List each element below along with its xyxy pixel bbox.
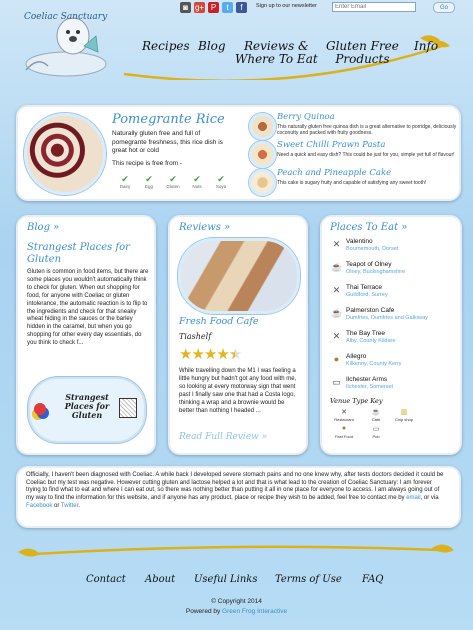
star-icon: ★ bbox=[203, 346, 217, 363]
green-frog-link[interactable]: Green Frog Interactive bbox=[222, 608, 287, 615]
review-title[interactable]: Fresh Food Cafe bbox=[179, 316, 258, 327]
cutlery-icon: ✕ bbox=[332, 331, 341, 341]
featured-recipe-title[interactable]: Pomegrante Rice bbox=[112, 112, 225, 127]
nav-recipes[interactable]: Recipes bbox=[142, 40, 190, 53]
place-location: Alby, County Kildare bbox=[346, 338, 396, 344]
side-recipe-image[interactable] bbox=[249, 169, 276, 196]
featured-recipe-image[interactable] bbox=[24, 113, 106, 195]
email-link[interactable]: email bbox=[406, 495, 420, 501]
pub-icon: ▭ bbox=[332, 377, 341, 387]
key-label-cafe: Cafe bbox=[371, 417, 381, 422]
free-from-soya: Soya bbox=[215, 184, 227, 189]
footer-link-faq[interactable]: FAQ bbox=[362, 574, 384, 585]
newsletter-go-button[interactable]: Go bbox=[433, 2, 455, 13]
place-location: Guildford, Surrey bbox=[346, 292, 388, 298]
key-label-fast-food: Fast Food bbox=[334, 434, 353, 439]
side-recipe-description: This cake is sugary fruity and capable o… bbox=[277, 180, 427, 186]
burger-icon: ● bbox=[333, 354, 340, 364]
review-image[interactable] bbox=[178, 238, 300, 314]
nav-gluten-free-products[interactable]: Gluten Free Products bbox=[326, 40, 399, 66]
blog-heading[interactable]: Blog » bbox=[27, 222, 59, 233]
pub-icon: ▭ bbox=[372, 426, 380, 433]
review-excerpt: While travelling down the M1 I was feeli… bbox=[179, 368, 297, 414]
teacup-icon: ☕ bbox=[331, 262, 343, 272]
cutlery-icon: ✕ bbox=[332, 239, 341, 249]
blog-post-title[interactable]: Strangest Places for Gluten bbox=[27, 242, 147, 266]
place-name[interactable]: Thai Terrace bbox=[346, 284, 382, 291]
place-name[interactable]: Ilchester Arms bbox=[346, 376, 387, 383]
instagram-icon[interactable]: ◙ bbox=[180, 2, 191, 13]
review-location: Tiashelf bbox=[179, 332, 212, 341]
free-from-label: This recipe is free from - bbox=[112, 160, 183, 167]
burger-icon: ● bbox=[341, 425, 347, 432]
teacup-icon: ☕ bbox=[371, 409, 381, 416]
chips-icon: ▥ bbox=[400, 409, 408, 416]
review-star-rating: ★★★★★ bbox=[179, 345, 242, 363]
facebook-link[interactable]: Facebook bbox=[26, 503, 52, 509]
side-recipe-description: This naturally gluten free quinoa dish i… bbox=[277, 124, 457, 136]
place-name[interactable]: Valentino bbox=[346, 238, 373, 245]
about-text: Officially, I haven't been diagnosed wit… bbox=[26, 472, 444, 509]
free-from-gluten: Gluten bbox=[166, 184, 180, 189]
side-recipe-image[interactable] bbox=[249, 141, 276, 168]
side-recipe-title[interactable]: Berry Quinoa bbox=[277, 112, 335, 122]
powered-by-text: Powered by Green Frog Interactive bbox=[185, 608, 288, 615]
pinterest-icon[interactable]: P bbox=[208, 2, 219, 13]
copyright-text: © Copyright 2014 bbox=[211, 598, 262, 605]
venue-key-title: Venue Type Key bbox=[330, 397, 383, 405]
place-name[interactable]: The Bay Tree bbox=[346, 330, 385, 337]
place-location: Dumfries, Dumfries and Galloway bbox=[346, 315, 428, 321]
nav-reviews[interactable]: Reviews & Where To Eat bbox=[235, 40, 318, 66]
side-recipe-title[interactable]: Sweet Chilli Prawn Pasta bbox=[277, 140, 385, 150]
side-recipe-description: Need a quick and easy dish? This could b… bbox=[277, 152, 455, 158]
place-name[interactable]: Palmerston Cafe bbox=[346, 307, 394, 314]
footer-swoosh-decoration bbox=[18, 544, 454, 557]
key-label-chip-shop: Chip shop bbox=[394, 417, 413, 422]
place-location: Olney, Buckinghamshire bbox=[346, 269, 406, 275]
place-location: Bournemouth, Dorset bbox=[346, 246, 399, 252]
reviews-heading[interactable]: Reviews » bbox=[179, 222, 230, 233]
twitter-link[interactable]: Twitter bbox=[61, 503, 78, 509]
place-name[interactable]: Allegro bbox=[346, 353, 366, 360]
read-full-review-link[interactable]: Read Full Review » bbox=[179, 432, 267, 442]
key-label-restaurant: Restaurant bbox=[334, 417, 354, 422]
star-icon: ★ bbox=[216, 346, 229, 363]
cutlery-icon: ✕ bbox=[341, 409, 347, 416]
pills-icon bbox=[34, 403, 46, 415]
footer-link-terms[interactable]: Terms of Use bbox=[275, 574, 342, 585]
facebook-icon[interactable]: f bbox=[236, 2, 247, 13]
newsletter-label: Sign up to our newsletter bbox=[256, 3, 317, 9]
place-location: Kilkenny, County Kerry bbox=[346, 361, 402, 367]
newsletter-email-input[interactable] bbox=[332, 2, 416, 12]
place-location: Ilchester, Somerset bbox=[346, 384, 394, 390]
star-icon: ★ bbox=[191, 346, 204, 363]
google-plus-icon[interactable]: g+ bbox=[194, 2, 205, 13]
twitter-icon[interactable]: t bbox=[222, 2, 233, 13]
teacup-icon: ☕ bbox=[331, 308, 343, 318]
places-heading[interactable]: Places To Eat » bbox=[330, 222, 407, 233]
star-icon: ★ bbox=[228, 346, 242, 363]
footer-link-useful-links[interactable]: Useful Links bbox=[194, 574, 257, 585]
cutlery-icon: ✕ bbox=[332, 285, 341, 295]
side-recipe-title[interactable]: Peach and Pineapple Cake bbox=[277, 168, 391, 178]
place-name[interactable]: Teapot of Olney bbox=[346, 261, 392, 268]
footer-link-contact[interactable]: Contact bbox=[86, 574, 126, 585]
nav-info[interactable]: Info bbox=[414, 40, 438, 53]
logo-text: Coeliac Sanctuary bbox=[24, 12, 108, 22]
blog-image-caption: Strangest Places for Gluten bbox=[64, 392, 110, 420]
free-from-dairy: Dairy bbox=[119, 184, 131, 189]
star-icon: ★ bbox=[179, 346, 192, 363]
free-from-nuts: Nuts bbox=[192, 184, 202, 189]
side-recipe-image[interactable] bbox=[249, 113, 276, 140]
featured-recipe-description: Naturally gluten free and full of pomegr… bbox=[112, 130, 223, 154]
nav-blog[interactable]: Blog bbox=[198, 40, 226, 53]
blog-post-excerpt: Gluten is common in food items, but ther… bbox=[27, 269, 149, 347]
free-from-egg: Egg bbox=[144, 184, 153, 189]
footer-link-about[interactable]: About bbox=[145, 574, 175, 585]
key-label-pub: Pub bbox=[372, 434, 380, 439]
